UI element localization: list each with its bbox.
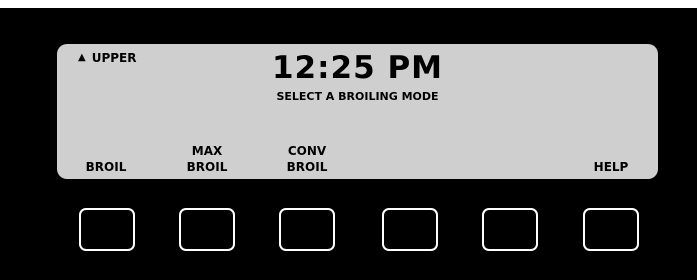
softkey-label-2-line1: MAX xyxy=(191,144,223,158)
softkey-label-3-line2: BROIL xyxy=(286,160,328,174)
softkey-label-6-line2: HELP xyxy=(593,160,629,174)
softkey-label-3-line1: CONV xyxy=(287,144,327,158)
softkey-button-5[interactable] xyxy=(482,208,538,251)
softkey-button-max-broil[interactable] xyxy=(179,208,235,251)
control-panel: ▲ UPPER 12:25 PM SELECT A BROILING MODE … xyxy=(0,8,697,280)
prompt-text: SELECT A BROILING MODE xyxy=(276,90,439,103)
softkey-label-1-line2: BROIL xyxy=(85,160,127,174)
softkey-button-broil[interactable] xyxy=(79,208,135,251)
softkey-button-help[interactable] xyxy=(583,208,639,251)
softkey-label-3: CONV BROIL xyxy=(267,141,347,175)
softkey-label-1: BROIL xyxy=(66,141,146,175)
lcd-display: ▲ UPPER 12:25 PM SELECT A BROILING MODE … xyxy=(57,44,658,179)
softkey-label-6: HELP xyxy=(571,141,651,175)
softkey-label-4 xyxy=(370,141,450,175)
softkey-button-4[interactable] xyxy=(382,208,438,251)
softkey-label-2-line2: BROIL xyxy=(186,160,228,174)
softkey-label-5 xyxy=(471,141,551,175)
softkey-label-2: MAX BROIL xyxy=(167,141,247,175)
clock-time: 12:25 PM xyxy=(271,50,444,86)
softkey-button-conv-broil[interactable] xyxy=(279,208,335,251)
